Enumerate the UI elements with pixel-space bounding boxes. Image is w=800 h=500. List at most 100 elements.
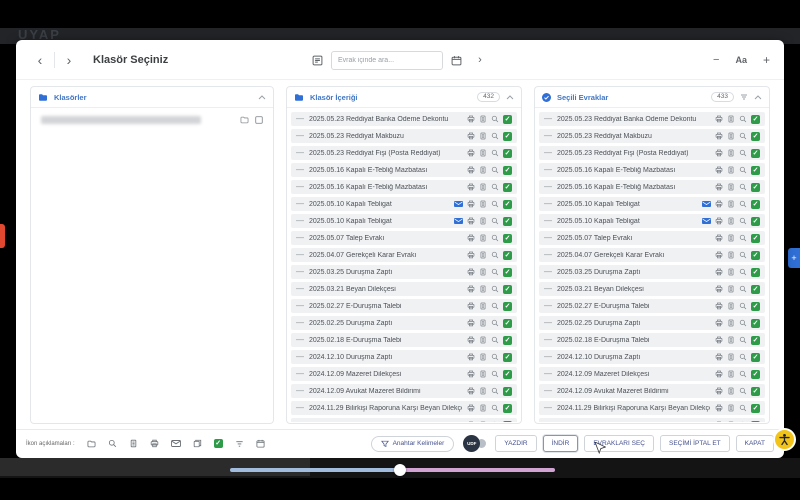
search-icon[interactable] [739,285,747,293]
search-icon[interactable] [491,285,499,293]
document-copy-icon[interactable] [479,302,487,310]
udf-toggle[interactable]: UDF [463,435,486,452]
selected-checkbox[interactable]: ✓ [751,285,760,294]
print-icon[interactable] [467,387,475,395]
right-edge-feedback-tab[interactable]: + [788,248,800,268]
document-copy-icon[interactable] [727,370,735,378]
search-icon[interactable] [491,251,499,259]
print-icon[interactable] [467,200,475,208]
selected-checkbox[interactable]: ✓ [751,370,760,379]
video-progress-handle[interactable] [394,464,406,476]
document-copy-icon[interactable] [727,319,735,327]
document-row[interactable]: — 2025.05.10 Kapalı Tebligat [539,197,765,211]
document-row[interactable]: — 2025.03.25 Duruşma Zaptı [539,265,765,279]
document-row[interactable]: — 2024.11.29 Bilirkişi Raporuna Karşı Be… [291,401,517,415]
search-icon[interactable] [739,370,747,378]
document-copy-icon[interactable] [479,319,487,327]
selected-checkbox[interactable]: ✓ [751,149,760,158]
search-icon[interactable] [491,370,499,378]
selected-checkbox[interactable]: ✓ [751,319,760,328]
document-row[interactable]: — 2025.02.27 E-Duruşma Talebi [539,299,765,313]
selected-checkbox[interactable]: ✓ [503,234,512,243]
document-row[interactable]: — 2025.05.07 Talep Evrakı [539,231,765,245]
search-icon[interactable] [739,183,747,191]
selected-checkbox[interactable]: ✓ [503,404,512,413]
search-icon[interactable] [491,421,499,422]
document-copy-icon[interactable] [727,149,735,157]
selected-checkbox[interactable]: ✓ [503,217,512,226]
document-copy-icon[interactable] [479,217,487,225]
selected-checkbox[interactable]: ✓ [503,387,512,396]
print-icon[interactable] [715,353,723,361]
search-icon[interactable] [739,319,747,327]
document-copy-icon[interactable] [479,166,487,174]
close-button[interactable]: KAPAT [736,435,774,452]
document-copy-icon[interactable] [727,353,735,361]
accessibility-widget-button[interactable] [773,428,796,451]
document-copy-icon[interactable] [479,268,487,276]
search-icon[interactable] [491,336,499,344]
document-row[interactable]: — 2025.02.27 E-Duruşma Talebi [291,299,517,313]
document-row[interactable]: — 2025.03.21 Beyan Dilekçesi [291,282,517,296]
document-row[interactable]: — 2025.05.16 Kapalı E-Tebliğ Mazbatası [539,180,765,194]
left-edge-red-tab[interactable] [0,224,5,248]
search-icon[interactable] [739,149,747,157]
print-icon[interactable] [715,234,723,242]
document-row[interactable]: — 2025.04.07 Gerekçeli Karar Evrakı [291,248,517,262]
document-row[interactable]: — 2025.05.23 Reddiyat Makbuzu [539,129,765,143]
selected-checkbox[interactable]: ✓ [503,353,512,362]
document-row[interactable]: — 2025.05.10 Kapalı Tebligat [539,214,765,228]
document-copy-icon[interactable] [479,132,487,140]
document-row[interactable]: — 2024.12.10 Duruşma Zaptı [539,350,765,364]
search-icon[interactable] [491,217,499,225]
document-copy-icon[interactable] [479,115,487,123]
print-icon[interactable] [467,302,475,310]
search-icon[interactable] [491,132,499,140]
document-row[interactable]: — 2025.02.25 Duruşma Zaptı [291,316,517,330]
document-copy-icon[interactable] [727,421,735,422]
search-icon[interactable] [491,149,499,157]
video-progress-remaining[interactable] [400,468,555,472]
document-copy-icon[interactable] [727,200,735,208]
collapse-chevron-icon[interactable] [258,95,266,100]
document-row[interactable]: — 2025.05.16 Kapalı E-Tebliğ Mazbatası [539,163,765,177]
print-icon[interactable] [467,251,475,259]
document-row[interactable]: — 2024.12.09 Avukat Mazeret Bildirimi [291,384,517,398]
print-icon[interactable] [715,149,723,157]
search-icon[interactable] [739,132,747,140]
print-icon[interactable] [467,217,475,225]
search-input[interactable] [331,51,443,70]
search-icon[interactable] [491,115,499,123]
print-icon[interactable] [467,421,475,422]
video-progress-played[interactable] [230,468,400,472]
search-icon[interactable] [739,336,747,344]
print-icon[interactable] [715,336,723,344]
document-copy-icon[interactable] [479,251,487,259]
search-icon[interactable] [491,183,499,191]
document-row[interactable]: — 2024.12.09 Avukat Mazeret Bildirimi [539,384,765,398]
selected-checkbox[interactable]: ✓ [503,319,512,328]
document-row[interactable]: — 2025.05.16 Kapalı E-Tebliğ Mazbatası [291,180,517,194]
search-icon[interactable] [491,404,499,412]
search-icon[interactable] [491,166,499,174]
print-icon[interactable] [715,319,723,327]
document-copy-icon[interactable] [727,285,735,293]
document-copy-icon[interactable] [727,268,735,276]
selected-checkbox[interactable]: ✓ [751,251,760,260]
selected-checkbox[interactable]: ✓ [751,183,760,192]
selected-checkbox[interactable]: ✓ [751,387,760,396]
document-copy-icon[interactable] [727,302,735,310]
document-row[interactable]: — 2025.03.25 Duruşma Zaptı [291,265,517,279]
selected-checkbox[interactable]: ✓ [503,285,512,294]
selected-checkbox[interactable]: ✓ [503,268,512,277]
search-icon[interactable] [739,200,747,208]
search-icon[interactable] [739,387,747,395]
document-copy-icon[interactable] [479,285,487,293]
print-icon[interactable] [715,387,723,395]
selected-checkbox[interactable]: ✓ [503,115,512,124]
search-icon[interactable] [739,217,747,225]
search-icon[interactable] [491,387,499,395]
print-icon[interactable] [715,200,723,208]
selected-checkbox[interactable]: ✓ [503,183,512,192]
document-row[interactable]: — 2024.12.10 Duruşma Zaptı [291,350,517,364]
